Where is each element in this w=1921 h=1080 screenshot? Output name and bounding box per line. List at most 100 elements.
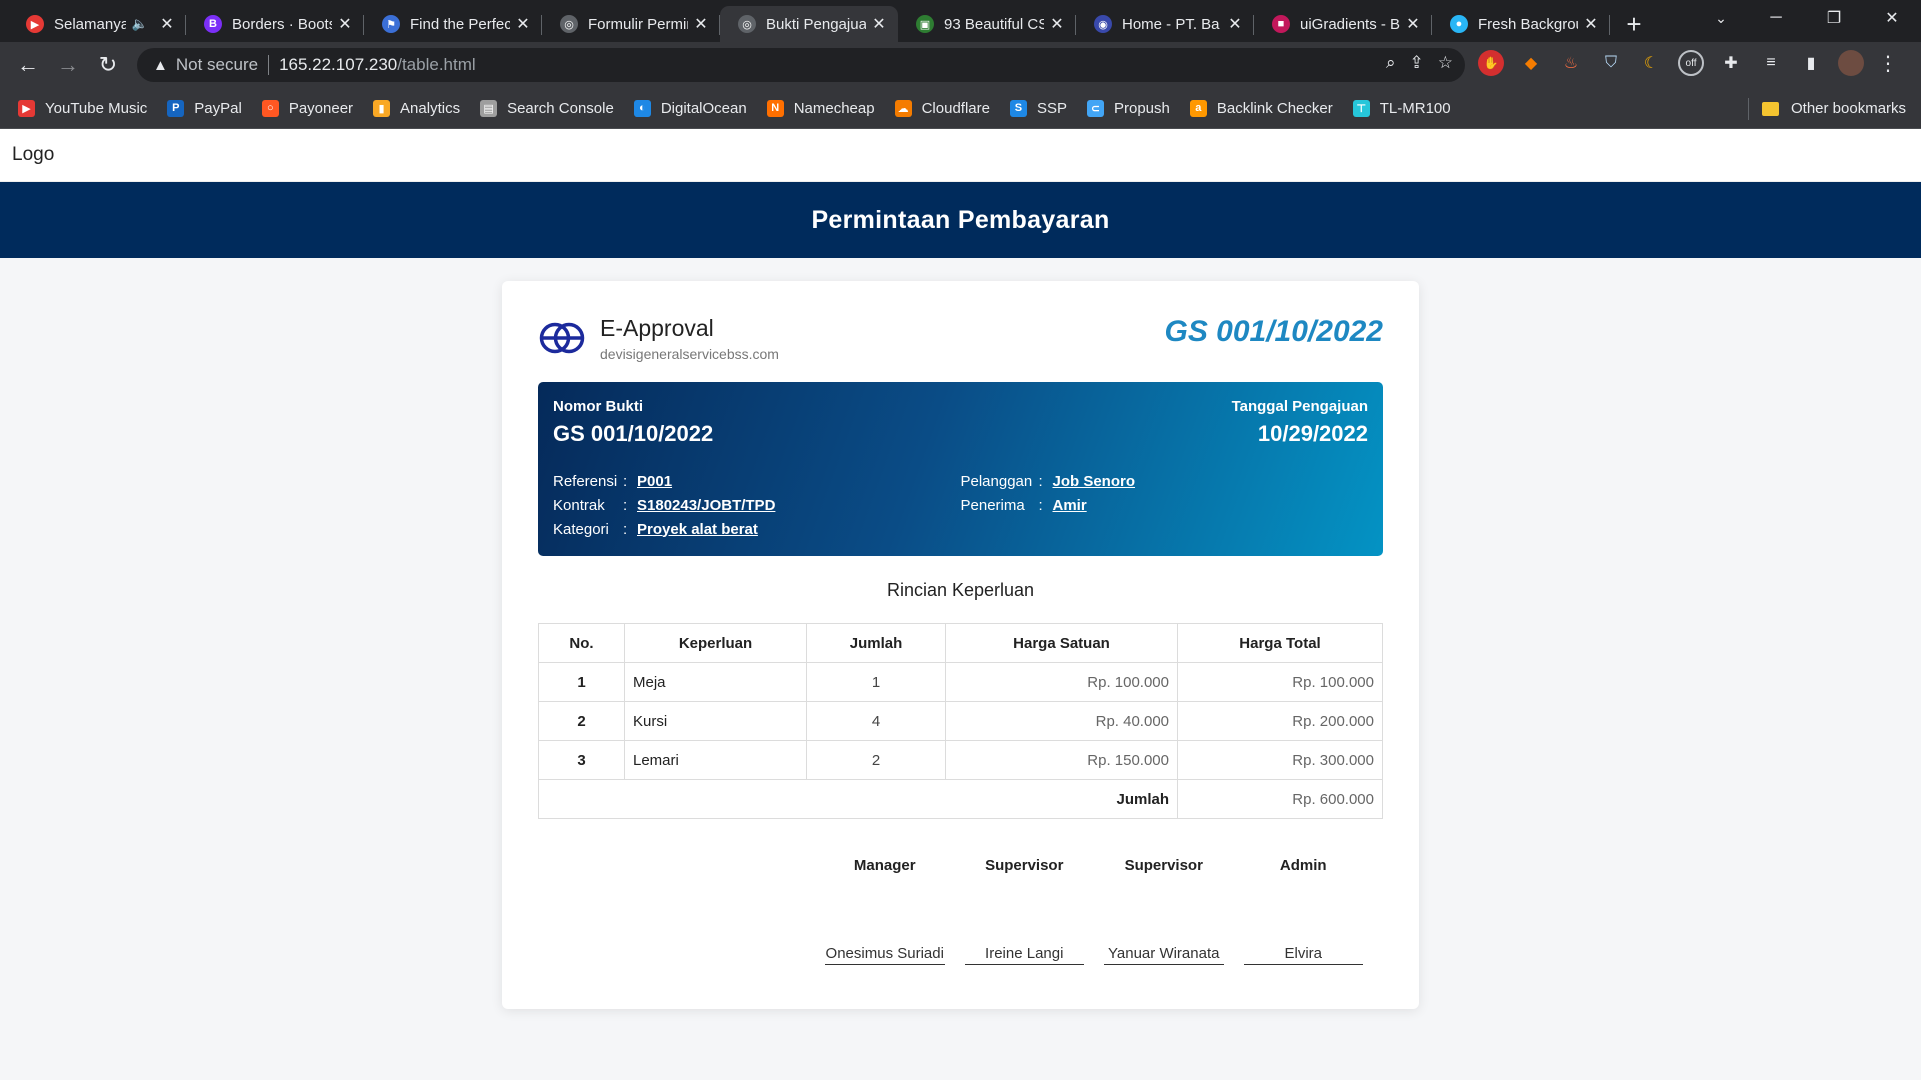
profile-avatar-icon[interactable] (1838, 50, 1864, 76)
tab-strip: ▶Selamanya🔈✕BBorders · Bootstrap✕⚑Find t… (0, 0, 1921, 42)
bookmark-item[interactable]: ○ Payoneer (261, 99, 353, 117)
bookmark-star-icon[interactable]: ☆ (1438, 53, 1453, 73)
browser-tab[interactable]: ■ uiGradients - B ✕ (1254, 6, 1432, 42)
field-colon: : (1038, 496, 1043, 514)
bookmark-label: SSP (1036, 99, 1067, 117)
fire-extension-icon[interactable]: ♨ (1558, 50, 1584, 76)
cell-total-price: Rp. 300.000 (1177, 740, 1383, 780)
bookmarks-divider (1748, 98, 1749, 120)
bookmark-item[interactable]: ▮ Analytics (373, 99, 460, 117)
security-label[interactable]: Not secure (176, 55, 258, 75)
field-colon: : (623, 496, 628, 514)
tanggal-label: Tanggal Pengajuan (1231, 398, 1368, 415)
browser-tab[interactable]: ● Fresh Background✕ (1432, 6, 1610, 42)
cell-unit-price: Rp. 150.000 (945, 740, 1178, 780)
bookmark-favicon-icon: S (1009, 99, 1027, 117)
page-banner: Permintaan Pembayaran (0, 182, 1921, 258)
bookmark-item[interactable]: ◐ DigitalOcean (633, 99, 747, 117)
browser-tab[interactable]: ◎ Formulir Permintaan✕ (542, 6, 720, 42)
browser-menu-icon[interactable]: ⋮ (1878, 51, 1898, 76)
media-queue-icon[interactable]: ≡ (1758, 50, 1784, 76)
bookmark-label: DigitalOcean (660, 99, 747, 117)
tab-close-icon[interactable]: ✕ (158, 15, 176, 33)
tab-close-icon[interactable]: ✕ (336, 15, 354, 33)
field-colon: : (623, 520, 628, 538)
tab-close-icon[interactable]: ✕ (870, 15, 888, 33)
new-tab-button[interactable]: + (1616, 6, 1652, 42)
tab-search-icon[interactable]: ⌄ (1707, 6, 1735, 30)
restore-icon[interactable]: ❐ (1805, 0, 1863, 36)
pelanggan-link[interactable]: Job Senoro (1053, 473, 1136, 490)
tab-close-icon[interactable]: ✕ (1048, 15, 1066, 33)
share-icon[interactable]: ⇪ (1410, 53, 1424, 73)
penerima-link[interactable]: Amir (1053, 497, 1087, 514)
table-row: 1 Meja 1 Rp. 100.000 Rp. 100.000 (538, 662, 1383, 702)
sidepanel-icon[interactable]: ▮ (1798, 50, 1824, 76)
browser-tab[interactable]: ⚑ Find the Perfect ✕ (364, 6, 542, 42)
items-table: No. Keperluan Jumlah Harga Satuan Harga … (538, 623, 1383, 819)
tab-title: Find the Perfect (410, 15, 510, 33)
bookmark-item[interactable]: ⊤ TL-MR100 (1352, 99, 1451, 117)
tab-audio-icon[interactable]: 🔈 (132, 16, 148, 32)
document-number: GS 001/10/2022 (1164, 315, 1383, 348)
kategori-link[interactable]: Proyek alat berat (637, 521, 758, 538)
tab-close-icon[interactable]: ✕ (514, 15, 532, 33)
bookmark-item[interactable]: a Backlink Checker (1189, 99, 1333, 117)
cell-qty: 4 (806, 701, 946, 741)
browser-tab[interactable]: ◎ Bukti Pengajuan ✕ (720, 6, 898, 42)
sum-value: Rp. 600.000 (1177, 779, 1383, 819)
kontrak-link[interactable]: S180243/JOBT/TPD (637, 497, 775, 514)
bookmark-favicon-icon: ⊂ (1086, 99, 1104, 117)
shield-extension-icon[interactable]: ⛉ (1598, 50, 1624, 76)
tab-favicon-icon: ▶ (26, 15, 44, 33)
cell-no: 3 (538, 740, 625, 780)
browser-tab[interactable]: ◉ Home - PT. Ba ✕ (1076, 6, 1254, 42)
bookmark-item[interactable]: ☁ Cloudflare (894, 99, 990, 117)
browser-tab[interactable]: ▶ Selamanya 🔈 ✕ (8, 6, 186, 42)
tab-close-icon[interactable]: ✕ (1226, 15, 1244, 33)
bookmarks-bar: ▶ YouTube Music P PayPal ○ Payoneer ▮ Analytics… (0, 88, 1921, 129)
signature-name: Onesimus Suriadi (825, 945, 945, 965)
puzzle-extensions-icon[interactable]: ✚ (1718, 50, 1744, 76)
browser-tab[interactable]: B Borders · Bootstrap✕ (186, 6, 364, 42)
metamask-extension-icon[interactable]: ◆ (1518, 50, 1544, 76)
tab-close-icon[interactable]: ✕ (692, 15, 710, 33)
adblock-extension-icon[interactable]: ✋ (1478, 50, 1504, 76)
tab-close-icon[interactable]: ✕ (1404, 15, 1422, 33)
signature-name: Elvira (1243, 945, 1363, 965)
browser-tab[interactable]: ▣ 93 Beautiful CSS✕ (898, 6, 1076, 42)
zoom-icon[interactable]: ⌕ (1386, 53, 1396, 73)
tab-favicon-icon: ◎ (738, 15, 756, 33)
forward-arrow-icon[interactable]: → (48, 47, 88, 83)
url-path[interactable]: /table.html (397, 55, 475, 75)
bookmark-item[interactable]: P PayPal (167, 99, 242, 117)
table-sum-row: Jumlah Rp. 600.000 (538, 779, 1383, 819)
proxy-extension-icon[interactable]: off (1678, 50, 1704, 76)
site-logo[interactable]: Logo (12, 144, 54, 166)
address-bar[interactable]: ▲ Not secure 165.22.107.230/table.html ⌕… (137, 48, 1465, 82)
bookmark-item[interactable]: ▤ Search Console (480, 99, 614, 117)
bookmark-label: Search Console (507, 99, 614, 117)
bookmark-item[interactable]: ▶ YouTube Music (18, 99, 147, 117)
tab-close-icon[interactable]: ✕ (1582, 15, 1600, 33)
cell-no: 1 (538, 662, 625, 702)
reload-icon[interactable]: ↻ (88, 47, 128, 83)
referensi-link[interactable]: P001 (637, 473, 672, 490)
other-bookmarks-label: Other bookmarks (1791, 100, 1907, 117)
column-header: Harga Satuan (945, 623, 1178, 663)
moon-extension-icon[interactable]: ☾ (1638, 50, 1664, 76)
url-host[interactable]: 165.22.107.230 (279, 55, 397, 75)
tab-favicon-icon: B (204, 15, 222, 33)
close-window-icon[interactable]: ✕ (1863, 0, 1921, 36)
cell-total-price: Rp. 100.000 (1177, 662, 1383, 702)
bookmark-item[interactable]: ⊂ Propush (1086, 99, 1170, 117)
bookmark-item[interactable]: S SSP (1009, 99, 1067, 117)
signature-block: Supervisor Ireine Langi (964, 857, 1084, 965)
other-bookmarks[interactable]: Other bookmarks (1762, 88, 1906, 129)
back-arrow-icon[interactable]: ← (8, 47, 48, 83)
warning-triangle-icon[interactable]: ▲ (153, 57, 168, 74)
bookmark-label: Namecheap (793, 99, 875, 117)
bookmark-item[interactable]: N Namecheap (766, 99, 875, 117)
minimize-icon[interactable]: ─ (1747, 0, 1805, 36)
field-kontrak: Kontrak: S180243/JOBT/TPD (553, 493, 961, 517)
